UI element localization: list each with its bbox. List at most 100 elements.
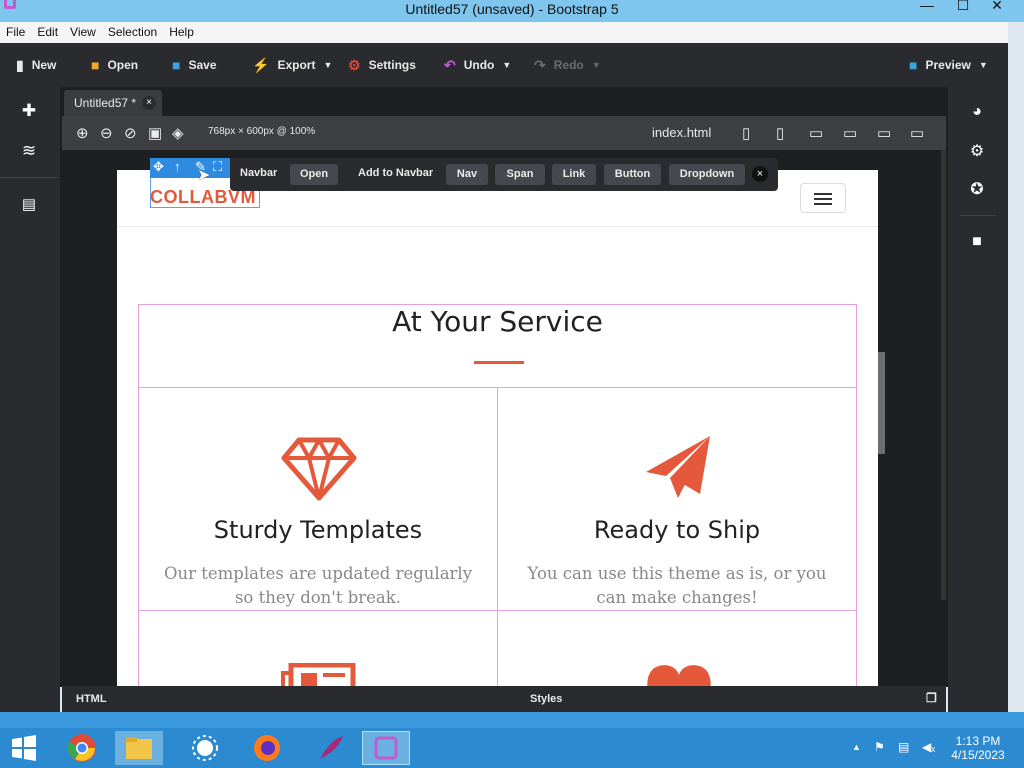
folder-icon[interactable]: ■ (948, 233, 1006, 251)
card-title: Ready to Ship (593, 516, 761, 544)
zoom-in-icon[interactable]: ⊕ (76, 124, 89, 142)
left-sidebar: ✚ ≋ ▤ (0, 87, 60, 712)
add-link-button[interactable]: Link (552, 164, 596, 185)
navbar-context-toolbar: Navbar Open Add to Navbar Nav Span Link … (230, 158, 778, 191)
scrollbar-track[interactable] (941, 150, 946, 600)
tab-untitled57[interactable]: Untitled57 * × (64, 90, 162, 116)
close-window-button[interactable]: ✕ (980, 0, 1014, 14)
divider (960, 215, 996, 216)
file-select[interactable]: index.html (652, 125, 711, 140)
flag-icon[interactable]: ⚑ (874, 740, 885, 754)
window-title: Untitled57 (unsaved) - Bootstrap 5 (405, 1, 619, 17)
sun-icon (192, 735, 218, 761)
table-icon[interactable]: ▤ (0, 195, 58, 213)
feature-card[interactable] (497, 610, 857, 686)
save-label: Save (188, 58, 217, 72)
move-icon[interactable]: ✥ (153, 159, 164, 175)
card-text: You can use this theme as is, or you can… (527, 564, 827, 607)
export-button[interactable]: ⚡ Export ▼ (252, 43, 332, 87)
network-icon[interactable]: ▤ (898, 740, 909, 754)
phone-icon[interactable]: ▯ (742, 124, 750, 142)
folder-icon (126, 737, 152, 759)
open-navbar-button[interactable]: Open (290, 164, 338, 185)
volume-muted-icon[interactable]: ◀ₓ (922, 740, 935, 754)
laptop-icon[interactable]: ▭ (843, 124, 857, 142)
rotate-icon[interactable]: ⊘ (124, 124, 137, 142)
feature-card[interactable] (138, 610, 498, 686)
chevron-down-icon: ▼ (591, 60, 601, 70)
close-tab-icon[interactable]: × (142, 96, 156, 110)
palette-icon[interactable]: ◕ (948, 103, 1006, 121)
menu-file[interactable]: File (0, 22, 31, 43)
menu-selection[interactable]: Selection (102, 22, 163, 43)
page-canvas: COLLABVM At Your Service Sturdy Template… (117, 170, 878, 686)
mouse-cursor-icon: ➤ (197, 167, 211, 184)
tablet-landscape-icon[interactable]: ▭ (809, 124, 823, 142)
feature-card-ship[interactable]: Ready to Ship You can use this theme as … (497, 387, 857, 611)
gear-icon[interactable]: ⚙ (948, 141, 1006, 161)
tray-expand-icon[interactable]: ▲ (852, 742, 861, 752)
add-to-navbar-label: Add to Navbar (358, 167, 434, 179)
scrollbar-thumb[interactable] (878, 352, 885, 454)
title-bar: Untitled57 (unsaved) - Bootstrap 5 — ☐ ✕ (0, 0, 1024, 22)
save-icon: ■ (172, 57, 181, 73)
hamburger-menu-button[interactable] (800, 183, 846, 213)
menu-edit[interactable]: Edit (31, 22, 64, 43)
preview-button[interactable]: ■ Preview ▼ (909, 43, 988, 87)
minimize-button[interactable]: — (910, 0, 944, 14)
add-dropdown-button[interactable]: Dropdown (669, 164, 745, 185)
feature-card-sturdy[interactable]: Sturdy Templates Our templates are updat… (138, 387, 498, 611)
add-nav-button[interactable]: Nav (446, 164, 488, 185)
navbar-divider (117, 226, 878, 227)
viewport-size-label[interactable]: 768px × 600px @ 100% (208, 126, 315, 137)
resize-icon[interactable]: ⛶ (213, 159, 222, 175)
feather-app-taskbar-button[interactable] (307, 731, 355, 765)
new-file-icon: ▮ (16, 56, 24, 73)
layers-icon[interactable]: ◈ (172, 124, 184, 142)
close-icon[interactable]: × (752, 166, 768, 182)
clock-date: 4/15/2023 (951, 748, 1005, 762)
bootstrap-studio-taskbar-button[interactable] (362, 731, 410, 765)
tab-label: Untitled57 * (74, 96, 137, 110)
redo-button[interactable]: ↷ Redo ▼ (534, 43, 601, 87)
add-button-button[interactable]: Button (604, 164, 661, 185)
image-icon[interactable]: ▣ (148, 124, 162, 142)
open-button[interactable]: ■ Open (91, 43, 138, 87)
wide-desktop-icon[interactable]: ▭ (910, 124, 924, 142)
settings-button[interactable]: ⚙ Settings (348, 43, 416, 87)
styles-panel-tab[interactable]: Styles (530, 693, 562, 705)
maximize-button[interactable]: ☐ (946, 0, 980, 14)
chevron-down-icon: ▼ (502, 60, 512, 70)
desktop-icon[interactable]: ▭ (877, 124, 891, 142)
paper-plane-icon (646, 436, 710, 498)
puzzle-icon[interactable]: ✚ (0, 101, 58, 121)
menu-bar: File Edit View Selection Help (0, 22, 1008, 43)
redo-icon: ↷ (534, 56, 546, 73)
chrome-taskbar-button[interactable] (58, 731, 106, 765)
sun-app-taskbar-button[interactable] (181, 731, 229, 765)
menu-help[interactable]: Help (163, 22, 200, 43)
undo-button[interactable]: ↶ Undo ▼ (444, 43, 511, 87)
firefox-taskbar-button[interactable] (243, 731, 291, 765)
expand-icon[interactable]: ❐ (926, 691, 937, 705)
tablet-icon[interactable]: ▯ (776, 124, 784, 142)
zoom-out-icon[interactable]: ⊖ (100, 124, 113, 142)
undo-label: Undo (463, 58, 495, 72)
menu-view[interactable]: View (64, 22, 102, 43)
file-explorer-taskbar-button[interactable] (115, 731, 163, 765)
taskbar-strip (0, 712, 1024, 728)
html-panel-tab[interactable]: HTML (76, 693, 107, 705)
right-sidebar: ◕ ⚙ ✪ ■ (948, 87, 1008, 712)
wifi-icon[interactable]: ≋ (0, 141, 58, 161)
save-button[interactable]: ■ Save (172, 43, 217, 87)
context-label: Navbar (240, 167, 278, 179)
start-button[interactable] (0, 731, 48, 765)
redo-label: Redo (553, 58, 584, 72)
section-header[interactable]: At Your Service (138, 304, 857, 388)
add-span-button[interactable]: Span (495, 164, 545, 185)
clock[interactable]: 1:13 PM 4/15/2023 (946, 734, 1010, 762)
arrow-up-icon[interactable]: ↑ (174, 159, 181, 174)
star-icon[interactable]: ✪ (948, 179, 1006, 199)
new-button[interactable]: ▮ New (16, 43, 56, 87)
heart-icon (647, 665, 711, 686)
